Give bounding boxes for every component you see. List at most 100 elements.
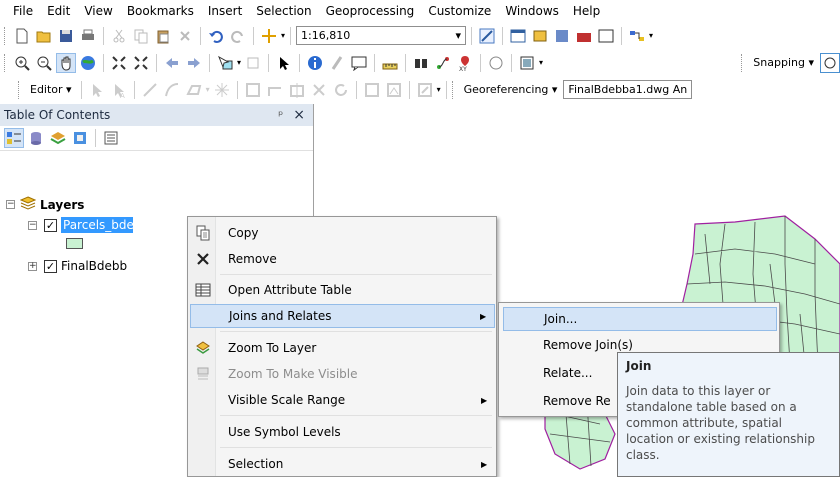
collapse-icon[interactable]: − [6, 200, 15, 209]
search-window-icon[interactable] [552, 26, 572, 46]
split-tool-icon[interactable] [309, 80, 329, 100]
toolbar-grip[interactable] [18, 80, 22, 99]
redo-icon[interactable] [228, 26, 248, 46]
add-data-icon[interactable] [259, 26, 279, 46]
editor-dropdown[interactable]: Editor ▾ [26, 83, 76, 96]
cut-polygons-icon[interactable] [287, 80, 307, 100]
reshape-icon[interactable] [265, 80, 285, 100]
measure-icon[interactable] [380, 53, 400, 73]
context-menu-zoom-to-layer[interactable]: Zoom To Layer [190, 336, 495, 360]
zoom-out-icon[interactable] [34, 53, 54, 73]
back-extent-icon[interactable] [162, 53, 182, 73]
georeferencing-dropdown[interactable]: Georeferencing ▾ [460, 83, 562, 96]
python-window-icon[interactable] [596, 26, 616, 46]
layer-visibility-checkbox[interactable]: ✓ [44, 218, 57, 232]
list-by-source-icon[interactable] [26, 128, 46, 148]
menu-help[interactable]: Help [566, 4, 607, 18]
time-slider-icon[interactable] [486, 53, 506, 73]
list-by-selection-icon[interactable] [70, 128, 90, 148]
context-menu-remove[interactable]: Remove [190, 247, 495, 271]
toolbar-grip[interactable] [4, 53, 8, 72]
menu-view[interactable]: View [77, 4, 119, 18]
map-scale-input[interactable]: 1:16,810 ▾ [296, 26, 467, 45]
find-icon[interactable] [411, 53, 431, 73]
toolbar-overflow-icon[interactable]: ▾ [437, 85, 441, 94]
delete-icon[interactable] [175, 26, 195, 46]
context-menu-joins-and-relates[interactable]: Joins and Relates ▶ [190, 304, 495, 328]
sketch-properties-icon[interactable] [384, 80, 404, 100]
menu-edit[interactable]: Edit [40, 4, 77, 18]
collapse-icon[interactable]: − [28, 220, 37, 230]
menu-bookmarks[interactable]: Bookmarks [120, 4, 201, 18]
find-route-icon[interactable] [433, 53, 453, 73]
list-by-drawing-order-icon[interactable] [4, 128, 24, 148]
menu-insert[interactable]: Insert [201, 4, 249, 18]
attributes-icon[interactable] [362, 80, 382, 100]
edit-annotation-icon[interactable]: A [109, 80, 129, 100]
modelbuilder-icon[interactable] [627, 26, 647, 46]
context-menu-zoom-to-make-visible[interactable]: Zoom To Make Visible [190, 362, 495, 386]
menu-selection[interactable]: Selection [249, 4, 318, 18]
menu-file[interactable]: File [6, 4, 40, 18]
fixed-zoom-in-icon[interactable] [109, 53, 129, 73]
layer-name-finalbdebba[interactable]: FinalBdebb [61, 259, 127, 273]
edit-tool-icon[interactable] [87, 80, 107, 100]
clear-selection-icon[interactable] [243, 53, 263, 73]
full-extent-icon[interactable] [78, 53, 98, 73]
georeferencing-layer-select[interactable]: FinalBdebba1.dwg An [563, 80, 693, 99]
point-snapping-icon[interactable] [820, 52, 840, 73]
layer-row-parcels[interactable]: − ✓ Parcels_bde [28, 217, 133, 233]
pan-hand-icon[interactable] [56, 52, 76, 73]
menu-geoprocessing[interactable]: Geoprocessing [319, 4, 422, 18]
menu-customize[interactable]: Customize [421, 4, 498, 18]
toc-options-icon[interactable] [101, 128, 121, 148]
expand-icon[interactable]: + [28, 261, 37, 271]
close-icon[interactable]: × [293, 107, 305, 123]
copy-icon[interactable] [131, 26, 151, 46]
submenu-join[interactable]: Join... [503, 307, 777, 331]
go-to-xy-icon[interactable]: XY [455, 53, 475, 73]
identify-icon[interactable] [305, 53, 325, 73]
toolbar-grip[interactable] [4, 26, 8, 45]
point-tool-icon[interactable] [212, 80, 232, 100]
context-menu-selection[interactable]: Selection ▶ [190, 452, 495, 476]
toolbar-grip[interactable] [741, 53, 745, 72]
zoom-in-icon[interactable] [12, 53, 32, 73]
layer-row-finalbdebba[interactable]: + ✓ FinalBdebb [28, 259, 127, 273]
context-menu-visible-scale-range[interactable]: Visible Scale Range ▶ [190, 388, 495, 412]
context-menu-copy[interactable]: Copy [190, 221, 495, 245]
list-by-visibility-icon[interactable] [48, 128, 68, 148]
layers-data-frame-row[interactable]: − Layers [6, 196, 84, 213]
context-menu-open-attribute-table[interactable]: Open Attribute Table [190, 278, 495, 302]
layer-name-parcels[interactable]: Parcels_bde [61, 217, 133, 233]
trace-icon[interactable] [184, 80, 204, 100]
snapping-dropdown[interactable]: Snapping ▾ [749, 56, 818, 69]
toolbar-overflow-icon[interactable]: ▾ [539, 58, 543, 67]
undo-icon[interactable] [206, 26, 226, 46]
catalog-window-icon[interactable] [530, 26, 550, 46]
arctoolbox-icon[interactable] [574, 26, 594, 46]
paste-icon[interactable] [153, 26, 173, 46]
open-folder-icon[interactable] [34, 26, 54, 46]
select-elements-icon[interactable] [274, 53, 294, 73]
fixed-zoom-out-icon[interactable] [131, 53, 151, 73]
edit-vertices-icon[interactable] [243, 80, 263, 100]
pin-icon[interactable]: ᵖ [278, 108, 283, 122]
select-features-icon[interactable] [215, 53, 235, 73]
end-point-arc-icon[interactable] [162, 80, 182, 100]
new-document-icon[interactable] [12, 26, 32, 46]
layer-visibility-checkbox[interactable]: ✓ [44, 259, 57, 273]
forward-extent-icon[interactable] [184, 53, 204, 73]
straight-segment-icon[interactable] [140, 80, 160, 100]
html-popup-icon[interactable] [349, 53, 369, 73]
create-viewer-icon[interactable] [517, 53, 537, 73]
chevron-down-icon[interactable]: ▾ [455, 29, 461, 42]
menu-windows[interactable]: Windows [498, 4, 566, 18]
polygon-symbol-swatch[interactable] [66, 238, 83, 249]
toc-window-icon[interactable] [508, 26, 528, 46]
print-icon[interactable] [78, 26, 98, 46]
hyperlink-icon[interactable] [327, 53, 347, 73]
rotate-icon[interactable] [331, 80, 351, 100]
save-icon[interactable] [56, 26, 76, 46]
context-menu-use-symbol-levels[interactable]: Use Symbol Levels [190, 420, 495, 444]
